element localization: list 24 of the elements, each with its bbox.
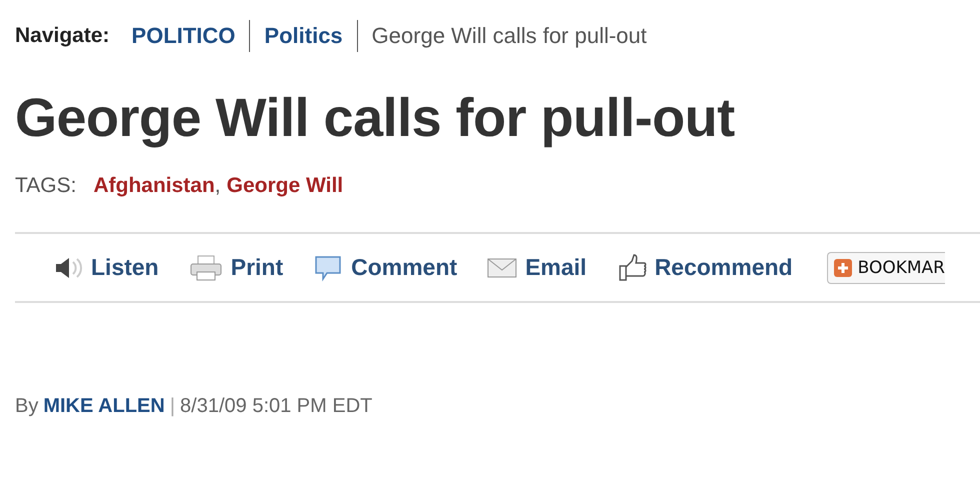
speech-bubble-icon xyxy=(313,254,344,282)
breadcrumb-current: George Will calls for pull-out xyxy=(372,23,647,49)
breadcrumb-link[interactable]: Politics xyxy=(264,23,343,49)
action-link[interactable]: Recommend xyxy=(616,252,793,282)
tag-link[interactable]: Afghanistan xyxy=(93,174,215,198)
action-link[interactable]: Comment xyxy=(313,254,458,282)
action-link[interactable]: Print xyxy=(188,254,284,282)
tag-link[interactable]: George Will xyxy=(226,174,344,198)
breadcrumb-link[interactable]: POLITICO xyxy=(132,23,236,49)
bookmark-button[interactable]: BOOKMAR xyxy=(826,252,945,284)
printer-icon xyxy=(188,254,223,282)
author-link[interactable]: MIKE ALLEN xyxy=(43,395,165,418)
envelope-icon xyxy=(487,256,518,278)
plus-icon xyxy=(834,258,852,276)
thumbs-up-icon xyxy=(616,252,647,282)
tag-separator: , xyxy=(214,174,221,198)
action-link[interactable]: Listen xyxy=(53,254,159,281)
action-link[interactable]: Email xyxy=(487,254,587,281)
headline: George Will calls for pull-out xyxy=(15,87,736,150)
navigate-label: Navigate: xyxy=(15,24,110,48)
tags-label: TAGS: xyxy=(15,174,76,198)
publish-date: 8/31/09 5:01 PM EDT xyxy=(180,395,372,418)
byline-separator: | xyxy=(170,395,176,418)
byline-prefix: By xyxy=(15,395,38,418)
